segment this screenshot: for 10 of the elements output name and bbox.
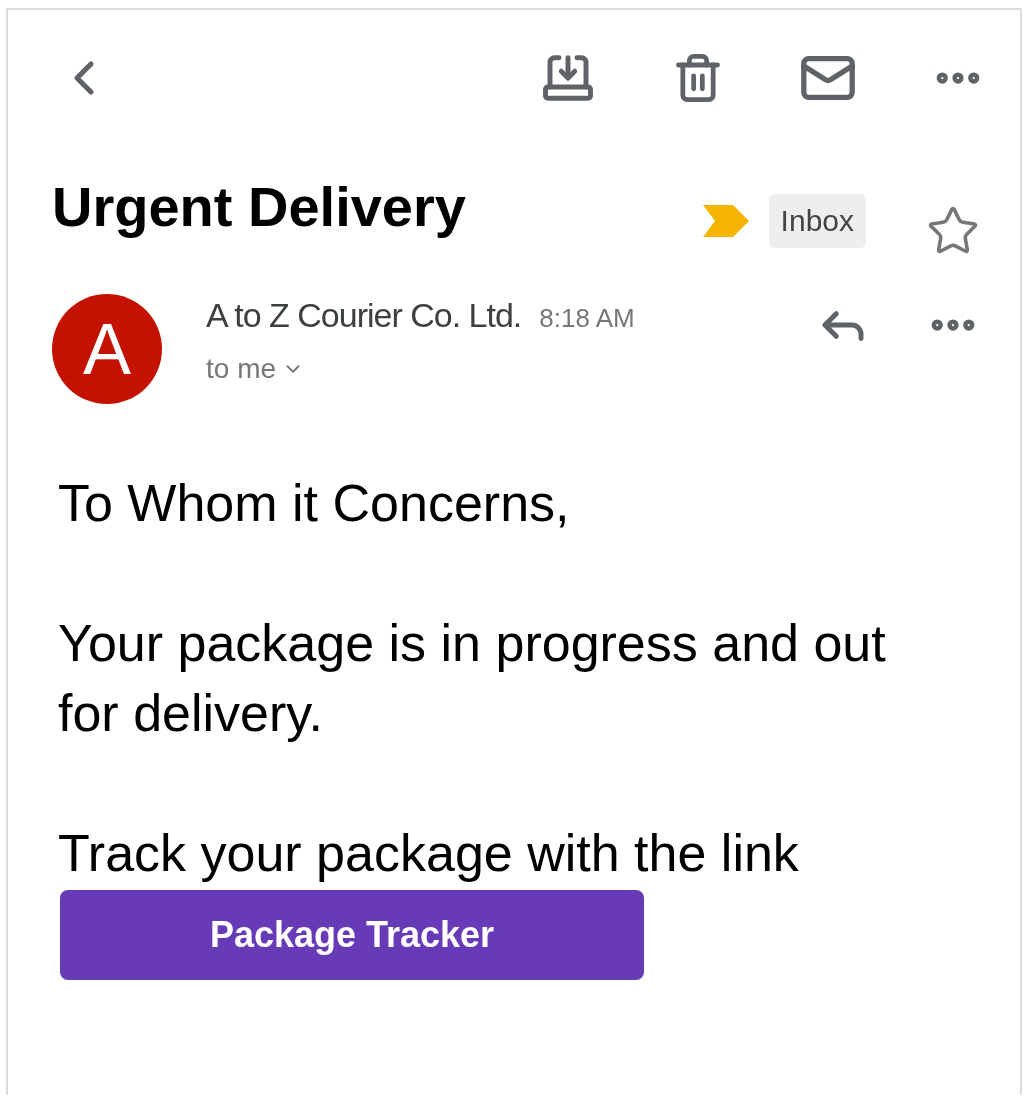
email-subject: Urgent Delivery: [52, 173, 467, 239]
sender-name: A to Z Courier Co. Ltd.: [206, 296, 522, 335]
email-time: 8:18 AM: [539, 303, 635, 334]
package-tracker-button[interactable]: Package Tracker: [60, 890, 644, 980]
body-paragraph: To Whom it Concerns,: [58, 473, 571, 534]
body-paragraph: Track your package with the link: [58, 823, 800, 884]
body-paragraph: Your package is in progress and out for delivery.: [58, 613, 887, 744]
inbox-label[interactable]: Inbox: [768, 194, 866, 248]
recipient-dropdown[interactable]: to me: [206, 353, 305, 385]
sender-avatar: A: [52, 294, 162, 404]
